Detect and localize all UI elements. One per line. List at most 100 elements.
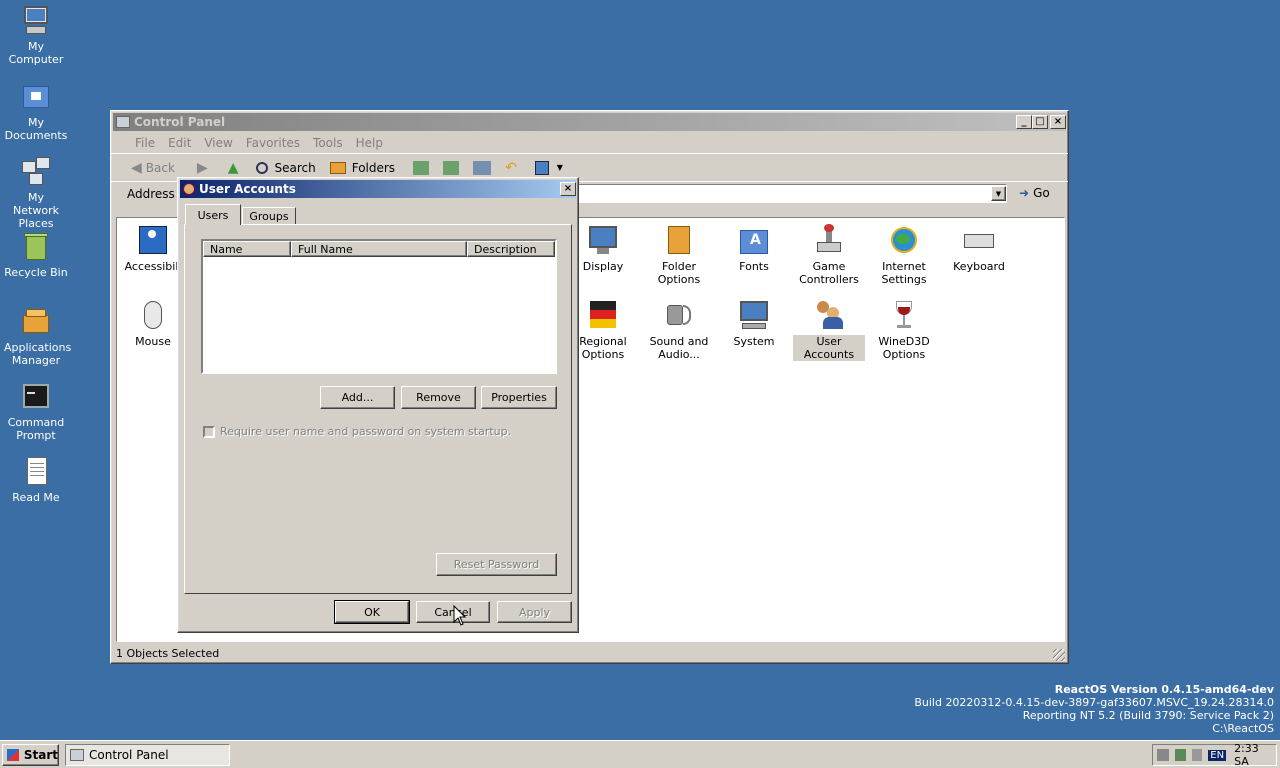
desktop-icon-network-places[interactable]: My Network Places: [4, 155, 68, 230]
desktop-icon-my-computer[interactable]: My Computer: [4, 4, 68, 66]
folder-icon: [20, 80, 52, 112]
back-label: Back: [145, 160, 175, 175]
control-panel-title-icon: [116, 116, 130, 128]
require-password-checkbox[interactable]: [203, 425, 215, 438]
desktop-icon-recycle-bin[interactable]: Recycle Bin: [4, 230, 68, 279]
copy-to-icon[interactable]: [443, 160, 460, 175]
apply-button[interactable]: Apply: [497, 601, 572, 623]
desktop-icon-label: Recycle Bin: [4, 266, 68, 279]
maximize-button[interactable]: □: [1032, 115, 1048, 129]
tab-groups[interactable]: Groups: [242, 207, 296, 225]
desktop-icon-label: Applications Manager: [4, 341, 72, 367]
reset-password-button[interactable]: Reset Password: [436, 553, 557, 576]
forward-arrow-icon[interactable]: ▶: [197, 160, 208, 176]
user-accounts-dialog: User Accounts × Users Groups Name Full N…: [177, 177, 579, 633]
back-button[interactable]: ◀ Back: [131, 160, 175, 176]
app-manager-icon: [20, 305, 52, 337]
require-password-checkbox-row[interactable]: Require user name and password on system…: [203, 425, 511, 438]
column-description[interactable]: Description: [467, 241, 555, 257]
cp-item-game-controllers[interactable]: Game Controllers: [793, 224, 865, 286]
dialog-titlebar[interactable]: User Accounts ×: [180, 180, 576, 198]
remove-button[interactable]: Remove: [401, 386, 476, 409]
undo-icon[interactable]: ↶: [505, 160, 517, 176]
delete-icon[interactable]: [473, 160, 492, 175]
cp-item-label: User Accounts: [793, 335, 865, 361]
mouse-icon: [137, 299, 169, 331]
resize-grip-icon[interactable]: [1053, 649, 1065, 661]
version-info: ReactOS Version 0.4.15-amd64-dev Build 2…: [914, 683, 1274, 735]
views-dropdown-icon[interactable]: ▼: [557, 163, 563, 172]
cp-item-wined3d-options[interactable]: WineD3D Options: [868, 299, 940, 361]
system-icon: [738, 299, 770, 331]
dialog-close-button[interactable]: ×: [560, 182, 576, 196]
menu-view[interactable]: View: [204, 136, 232, 150]
desktop-icon-label: My Documents: [4, 116, 68, 142]
tab-users[interactable]: Users: [185, 204, 241, 225]
cp-item-label: Fonts: [739, 260, 769, 273]
start-label: Start: [23, 748, 58, 762]
folders-button[interactable]: Folders: [329, 160, 396, 175]
control-panel-titlebar[interactable]: Control Panel _ □ ×: [113, 113, 1066, 131]
back-arrow-icon: ◀: [131, 159, 142, 176]
cp-item-label: Sound and Audio...: [649, 335, 709, 361]
move-to-icon[interactable]: [413, 160, 430, 175]
folders-icon: [329, 161, 346, 174]
search-label: Search: [274, 160, 316, 175]
cp-item-folder-options[interactable]: Folder Options: [643, 224, 715, 286]
start-button[interactable]: Start: [2, 744, 59, 766]
volume-icon[interactable]: [1157, 749, 1169, 761]
system-tray: EN 2:33 SA: [1152, 742, 1277, 768]
folders-label: Folders: [351, 160, 396, 175]
cp-item-fonts[interactable]: A Fonts: [718, 224, 790, 273]
menu-file[interactable]: File: [135, 136, 155, 150]
desktop-icon-read-me[interactable]: Read Me: [4, 455, 68, 504]
close-button[interactable]: ×: [1050, 115, 1066, 129]
menu-help[interactable]: Help: [356, 136, 383, 150]
views-icon[interactable]: [534, 160, 549, 175]
go-button[interactable]: ➜ Go: [1019, 186, 1050, 200]
menu-tools[interactable]: Tools: [313, 136, 343, 150]
reporting-line: Reporting NT 5.2 (Build 3790: Service Pa…: [1022, 709, 1274, 722]
cp-item-user-accounts[interactable]: User Accounts: [793, 299, 865, 361]
computer-icon: [20, 4, 52, 36]
cp-item-system[interactable]: System: [718, 299, 790, 348]
version-line: ReactOS Version 0.4.15-amd64-dev: [1054, 683, 1274, 696]
search-button[interactable]: Search: [256, 160, 316, 175]
dialog-title: User Accounts: [199, 182, 296, 196]
require-password-label: Require user name and password on system…: [220, 425, 512, 438]
display-icon: [587, 224, 619, 256]
sound-icon: [663, 299, 695, 331]
users-list[interactable]: Name Full Name Description: [201, 239, 557, 374]
minimize-button[interactable]: _: [1016, 115, 1032, 129]
game-controller-icon: [813, 224, 845, 256]
add-button[interactable]: Add...: [320, 386, 395, 409]
language-indicator[interactable]: EN: [1208, 749, 1227, 761]
menu-favorites[interactable]: Favorites: [246, 136, 300, 150]
desktop-icon-applications-manager[interactable]: Applications Manager: [4, 305, 72, 367]
control-panel-title: Control Panel: [134, 115, 226, 129]
desktop-icon-label: Read Me: [12, 491, 60, 504]
ok-button[interactable]: OK: [334, 600, 410, 624]
column-full-name[interactable]: Full Name: [291, 241, 467, 257]
status-text: 1 Objects Selected: [116, 646, 220, 660]
network-tray-icon[interactable]: [1174, 749, 1187, 761]
control-panel-menubar: File Edit View Favorites Tools Help: [111, 133, 1068, 153]
menu-edit[interactable]: Edit: [168, 136, 191, 150]
cp-item-keyboard[interactable]: Keyboard: [943, 224, 1015, 273]
taskbar-task-control-panel[interactable]: Control Panel: [65, 744, 230, 766]
cp-item-sound-audio[interactable]: Sound and Audio...: [643, 299, 715, 361]
clock[interactable]: 2:33 SA: [1234, 742, 1276, 768]
desktop-icon-command-prompt[interactable]: Command Prompt: [4, 380, 68, 442]
command-prompt-icon: [20, 380, 52, 412]
safely-remove-icon[interactable]: [1192, 749, 1203, 761]
status-bar: 1 Objects Selected: [114, 645, 1065, 661]
cp-item-internet-settings[interactable]: Internet Settings: [868, 224, 940, 286]
mouse-cursor-icon: [453, 605, 467, 626]
column-name[interactable]: Name: [203, 241, 291, 257]
address-dropdown-button[interactable]: ▼: [991, 186, 1006, 201]
folder-options-icon: [663, 224, 695, 256]
desktop-icon-my-documents[interactable]: My Documents: [4, 80, 68, 142]
cp-item-label: Folder Options: [657, 260, 701, 286]
properties-button[interactable]: Properties: [481, 386, 557, 409]
up-arrow-icon[interactable]: ▲: [228, 160, 239, 176]
